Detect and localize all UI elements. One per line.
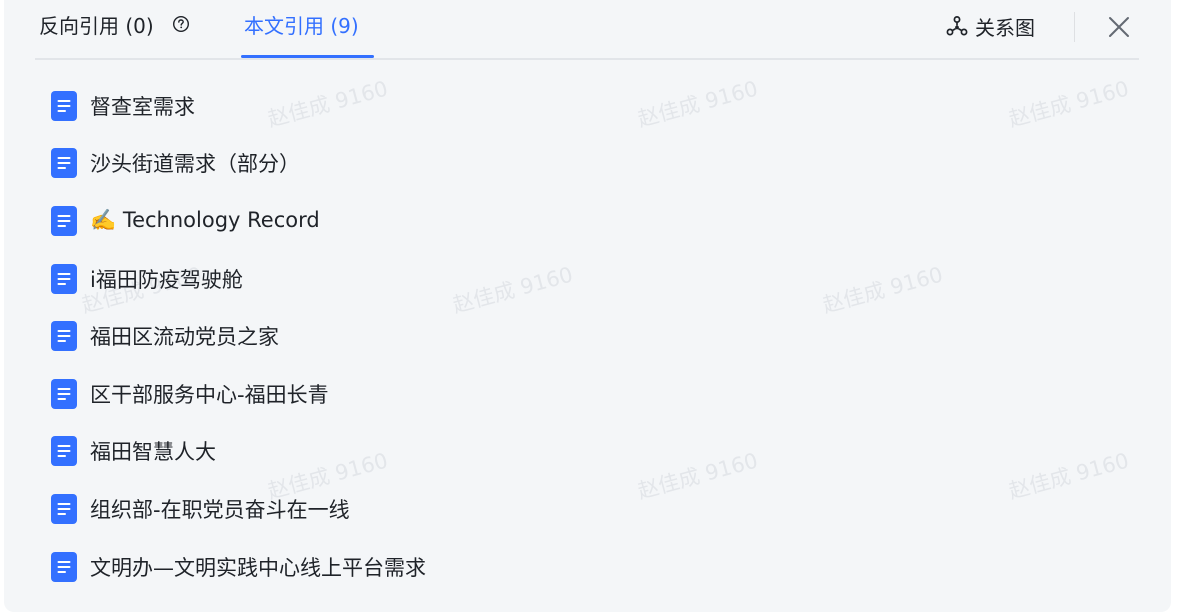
document-title: 文明办—文明实践中心线上平台需求 [90,555,426,580]
list-item[interactable]: 沙头街道需求（部分） [4,135,1171,193]
panel-header: 反向引用 (0) 本文引用 (9) 关系图 [35,0,1139,60]
cited-documents-list: 督查室需求 沙头街道需求（部分） ✍️ Technology Record i福… [4,77,1171,595]
list-item[interactable]: 福田智慧人大 [4,423,1171,481]
relation-graph-button[interactable]: 关系图 [946,12,1035,40]
tab-backward-references-label: 反向引用 (0) [39,14,154,38]
relation-graph-icon [946,16,968,36]
close-icon [1109,17,1129,37]
document-icon [51,551,77,582]
document-icon [51,321,77,352]
close-button[interactable] [1107,15,1131,39]
list-item[interactable]: 督查室需求 [4,77,1171,135]
document-icon [51,263,77,294]
tab-backward-references[interactable]: 反向引用 (0) [39,12,190,40]
document-title: 福田区流动党员之家 [90,325,279,350]
list-item[interactable]: 福田区流动党员之家 [4,307,1171,365]
document-title: ✍️ Technology Record [90,208,320,233]
header-divider [1074,12,1075,42]
document-title: 督查室需求 [90,94,195,119]
document-title: 福田智慧人大 [90,440,216,465]
tab-cited-references[interactable]: 本文引用 (9) [244,12,359,40]
list-item[interactable]: 组织部-在职党员奋斗在一线 [4,480,1171,538]
document-icon [51,493,77,524]
list-item[interactable]: 区干部服务中心-福田长青 [4,365,1171,423]
document-title: i福田防疫驾驶舱 [90,267,243,292]
document-title: 沙头街道需求（部分） [90,152,300,177]
document-icon [51,436,77,467]
references-panel: 赵佳成 9160 赵佳成 9160 赵佳成 9160 赵佳成 9160 赵佳成 … [4,0,1171,612]
document-icon [51,378,77,409]
document-icon [51,90,77,121]
relation-graph-label: 关系图 [975,15,1035,40]
question-circle-icon[interactable] [172,12,190,40]
document-title: 组织部-在职党员奋斗在一线 [90,497,350,522]
list-item[interactable]: i福田防疫驾驶舱 [4,250,1171,308]
active-tab-indicator [241,55,374,58]
document-title: 区干部服务中心-福田长青 [90,382,329,407]
tab-cited-references-label: 本文引用 (9) [244,14,359,38]
document-icon [51,205,77,236]
list-item[interactable]: 文明办—文明实践中心线上平台需求 [4,538,1171,596]
list-item[interactable]: ✍️ Technology Record [4,192,1171,250]
document-icon [51,148,77,179]
